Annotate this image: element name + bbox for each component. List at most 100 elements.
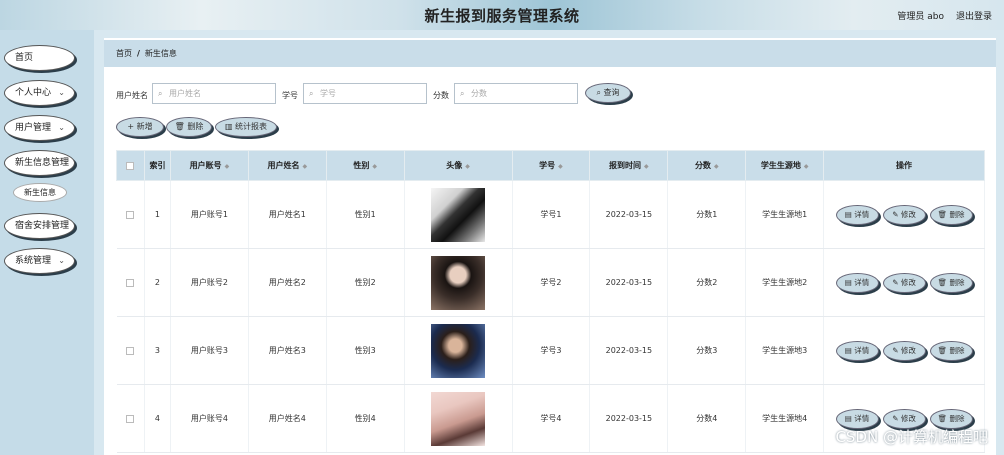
- delete-button[interactable]: 🗑 删除: [166, 117, 212, 137]
- row-select[interactable]: [116, 316, 145, 385]
- button-label: 修改: [900, 345, 916, 355]
- edit-button[interactable]: ✎ 修改: [882, 272, 926, 293]
- logout-link[interactable]: 退出登录: [956, 9, 992, 22]
- row-select[interactable]: [116, 248, 145, 317]
- button-label: 删除: [187, 122, 204, 131]
- sidebar-item-label: 用户管理: [15, 123, 52, 133]
- button-label: 详情: [854, 345, 870, 355]
- sidebar-item-home[interactable]: 首页: [4, 45, 75, 71]
- checkbox[interactable]: [126, 161, 135, 170]
- detail-icon: ▤: [844, 413, 855, 423]
- cell-name: 用户姓名4: [248, 384, 327, 453]
- sort-icon[interactable]: ◆: [372, 163, 377, 170]
- checkbox[interactable]: [126, 414, 135, 423]
- sidebar-item-label: 宿舍安排管理: [15, 221, 70, 231]
- sidebar-item-user-management[interactable]: 用户管理 ⌄: [4, 115, 75, 141]
- cell-name: 用户姓名1: [248, 180, 327, 249]
- checkbox[interactable]: [126, 346, 135, 355]
- detail-button[interactable]: ▤ 详情: [835, 204, 879, 225]
- button-label: 查询: [603, 88, 620, 97]
- trash-icon: 🗑: [937, 413, 950, 423]
- select-all-checkbox[interactable]: [116, 150, 145, 181]
- sidebar-item-system-management[interactable]: 系统管理 ⌄: [4, 248, 75, 274]
- checkbox[interactable]: [126, 210, 135, 219]
- col-studentid[interactable]: 学号 ◆: [511, 150, 591, 181]
- studentid-search-input[interactable]: ⌕ 学号: [303, 83, 427, 104]
- cell-gender: 性别3: [326, 316, 405, 385]
- checkbox[interactable]: [126, 278, 135, 287]
- chevron-down-icon: ⌄: [58, 123, 65, 132]
- sidebar-item-student-info-management[interactable]: 新生信息管理 ⌃: [4, 150, 75, 176]
- admin-user: 管理员 abo: [897, 12, 944, 22]
- sidebar-item-personal-center[interactable]: 个人中心 ⌄: [4, 80, 75, 106]
- edit-button[interactable]: ✎ 修改: [882, 340, 926, 361]
- sidebar-item-label: 系统管理: [15, 256, 52, 266]
- col-label: 分数: [694, 161, 711, 170]
- sort-icon[interactable]: ◆: [644, 163, 649, 170]
- cell-date: 2022-03-15: [589, 248, 669, 317]
- col-avatar[interactable]: 头像 ◆: [403, 150, 513, 181]
- sidebar-item-label: 首页: [15, 53, 34, 63]
- chevron-down-icon: ⌄: [58, 88, 65, 97]
- stats-report-button[interactable]: ▥ 统计报表: [215, 117, 277, 137]
- col-index: 索引: [143, 150, 171, 181]
- button-label: 修改: [900, 413, 916, 423]
- row-select[interactable]: [116, 384, 145, 453]
- sort-icon[interactable]: ◆: [714, 163, 719, 170]
- query-button[interactable]: ⌕ 查询: [585, 83, 631, 103]
- breadcrumb-current: 新生信息: [144, 49, 177, 58]
- cell-date: 2022-03-15: [589, 384, 669, 453]
- sort-icon[interactable]: ◆: [465, 163, 470, 170]
- add-button[interactable]: + 新增: [116, 117, 164, 137]
- avatar: [431, 255, 486, 310]
- sort-icon[interactable]: ◆: [302, 163, 307, 170]
- cell-studentid: 学号3: [512, 316, 591, 385]
- sort-icon[interactable]: ◆: [558, 163, 563, 170]
- col-score[interactable]: 分数 ◆: [667, 150, 747, 181]
- detail-button[interactable]: ▤ 详情: [835, 272, 879, 293]
- watermark: CSDN @计算机编程吧: [835, 428, 988, 446]
- col-origin[interactable]: 学生生源地 ◆: [745, 150, 825, 181]
- col-label: 头像: [446, 161, 463, 170]
- chevron-up-icon: ⌃: [58, 158, 65, 167]
- chevron-down-icon: ⌄: [58, 256, 65, 265]
- pencil-icon: ✎: [892, 209, 901, 219]
- cell-origin: 学生生源地4: [745, 384, 825, 453]
- detail-button[interactable]: ▤ 详情: [835, 340, 879, 361]
- main-content: 首页 / 新生信息 用户姓名 ⌕ 用户姓名 学号 ⌕ 学号 分数 ⌕ 分数 ⌕ 查询 + …: [104, 38, 996, 455]
- cell-name: 用户姓名3: [248, 316, 327, 385]
- sort-icon[interactable]: ◆: [225, 163, 230, 170]
- cell-score: 分数2: [667, 248, 747, 317]
- cell-avatar: [404, 384, 513, 453]
- col-date[interactable]: 报到时间 ◆: [589, 150, 669, 181]
- edit-button[interactable]: ✎ 修改: [882, 204, 926, 225]
- score-label: 分数: [433, 91, 449, 100]
- cell-score: 分数3: [667, 316, 747, 385]
- delete-row-button[interactable]: 🗑 删除: [929, 340, 973, 361]
- breadcrumb-home[interactable]: 首页: [116, 49, 132, 58]
- username-search-input[interactable]: ⌕ 用户姓名: [152, 83, 276, 104]
- avatar: [431, 391, 486, 446]
- button-label: 详情: [854, 277, 870, 287]
- cell-index: 3: [144, 316, 171, 385]
- cell-studentid: 学号4: [512, 384, 591, 453]
- row-select[interactable]: [116, 180, 145, 249]
- button-label: 统计报表: [235, 122, 268, 131]
- avatar: [431, 187, 486, 242]
- delete-row-button[interactable]: 🗑 删除: [929, 272, 973, 293]
- sort-icon[interactable]: ◆: [804, 163, 809, 170]
- trash-icon: 🗑: [937, 345, 950, 355]
- pencil-icon: ✎: [892, 413, 901, 423]
- sidebar-subitem-student-info[interactable]: 新生信息: [13, 183, 67, 202]
- col-label: 学号: [539, 161, 556, 170]
- score-search-input[interactable]: ⌕ 分数: [454, 83, 578, 104]
- sidebar-item-dorm-management[interactable]: 宿舍安排管理: [4, 213, 75, 239]
- cell-studentid: 学号2: [512, 248, 591, 317]
- col-name[interactable]: 用户姓名 ◆: [247, 150, 327, 181]
- col-gender[interactable]: 性别 ◆: [325, 150, 405, 181]
- delete-row-button[interactable]: 🗑 删除: [929, 204, 973, 225]
- cell-account: 用户账号3: [170, 316, 249, 385]
- trash-icon: 🗑: [937, 277, 950, 287]
- button-label: 修改: [900, 209, 916, 219]
- col-account[interactable]: 用户账号 ◆: [169, 150, 249, 181]
